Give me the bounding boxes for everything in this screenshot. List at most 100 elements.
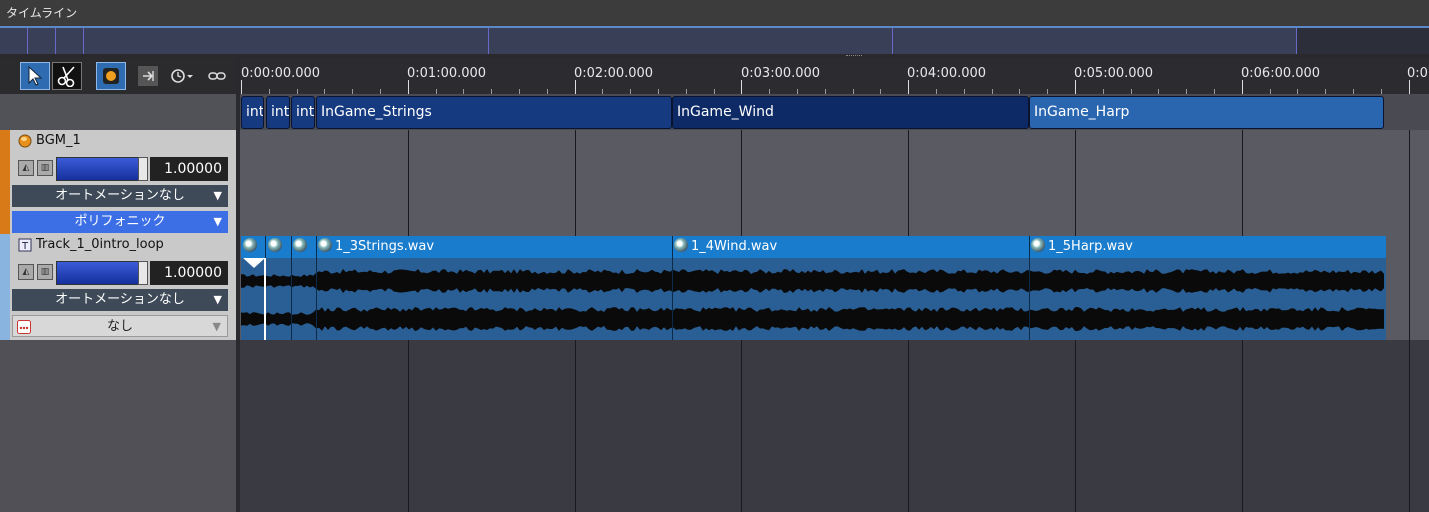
timeline-overview[interactable] [0,26,1429,54]
chevron-down-icon: ▼ [213,189,222,202]
playhead[interactable] [264,258,266,340]
mode-dropdown[interactable]: ポリフォニック ▼ [12,211,228,233]
track-name[interactable]: Track_1_0intro_loop [36,237,164,252]
track-color-accent [0,130,10,234]
link-tool-button[interactable] [202,62,232,90]
audio-clip-icon [1031,238,1045,252]
clip-waveform-area[interactable] [241,258,1386,340]
ruler-major-tick [1075,80,1076,94]
ruler-label: 0:01:00.000 [407,66,487,81]
clip-header[interactable] [291,236,316,258]
chevron-down-icon: ▼ [212,320,221,333]
arrow-right-icon [143,71,154,81]
track-header-spacer [0,94,238,130]
waveform-icon[interactable]: ◭ [18,264,34,280]
automation-label: オートメーションなし [55,292,185,307]
region-intro-3[interactable]: intro [291,96,315,129]
mode-label: なし [106,319,133,334]
ruler-major-tick [241,80,242,94]
volume-slider-knob[interactable] [138,157,148,181]
snap-tool-button[interactable] [138,66,158,86]
ruler-label: 0:06:00.000 [1241,66,1321,81]
chevron-down-icon: ▼ [213,293,222,306]
waveform-icon[interactable]: ◭ [18,160,34,176]
track-header-track1[interactable]: T Track_1_0intro_loop ◭ ▥ 1.00000 オートメーシ… [0,234,236,340]
automation-dropdown[interactable]: オートメーションなし ▼ [12,185,228,207]
clip-name: 1_5Harp.wav [1048,239,1133,254]
volume-slider[interactable] [56,261,148,285]
record-icon [103,68,119,84]
region-intro-1[interactable]: intro [241,96,264,129]
audio-clip-icon [674,238,688,252]
dots-icon [17,320,31,334]
audio-clip-icon [318,238,332,252]
track-name[interactable]: BGM_1 [36,133,81,148]
waveform-left-channel [241,269,1384,293]
clip-boundary [1029,236,1030,340]
ruler-major-tick [1241,80,1243,94]
ruler-major-tick [741,80,743,94]
clip-header[interactable] [241,236,265,258]
volume-value[interactable]: 1.00000 [150,261,228,285]
bgm-icon [18,134,32,148]
volume-value[interactable]: 1.00000 [150,157,228,181]
clip-header[interactable] [266,236,291,258]
overview-region [893,28,1297,54]
overview-region [489,28,893,54]
mode-label: ポリフォニック [74,214,166,229]
meter-icon[interactable]: ▥ [37,160,53,176]
automation-dropdown[interactable]: オートメーションなし ▼ [12,289,228,311]
volume-slider[interactable] [56,157,148,181]
cursor-arrow-icon [28,66,43,86]
region-ingame-strings[interactable]: InGame_Strings [316,96,672,129]
mode-dropdown[interactable]: なし ▼ [12,315,228,337]
clock-icon [171,69,185,83]
clip-name: 1_3Strings.wav [335,239,435,254]
ruler-major-tick [574,80,576,94]
audio-clip-icon [268,238,282,252]
clip-boundary [316,236,317,340]
window-title: タイムライン [0,0,1429,26]
volume-slider-knob[interactable] [138,261,148,285]
ruler-label: 0:03:00.000 [741,66,821,81]
bgm-lane[interactable] [240,130,1429,234]
cut-tool-button[interactable] [52,62,82,90]
record-tool-button[interactable] [96,62,126,90]
region-intro-2[interactable]: intro [266,96,290,129]
ruler-label: 0:05:00.000 [1074,66,1154,81]
playhead-marker-icon[interactable] [243,258,265,268]
overview-region [56,28,84,54]
overview-region [28,28,56,54]
ruler-label: 0:07 [1407,66,1429,81]
track-color-accent [0,234,10,340]
clock-tool-button[interactable] [164,62,200,90]
timeline-window: タイムライン BGM_1 ◭ ▥ 1.00000 オートメーションなし ▼ ポリ… [0,0,1429,512]
ruler-label: 0:04:00.000 [907,66,987,81]
track-header-bgm[interactable]: BGM_1 ◭ ▥ 1.00000 オートメーションなし ▼ ポリフォニック ▼ [0,130,236,234]
region-ingame-wind[interactable]: InGame_Wind [672,96,1029,129]
grid-line [1408,130,1410,512]
audio-clip-icon [293,238,307,252]
chevron-down-icon [187,75,193,78]
region-ingame-harp[interactable]: InGame_Harp [1029,96,1384,129]
meter-icon[interactable]: ▥ [37,264,53,280]
ruler-major-tick [407,80,409,94]
waveform-right-channel [241,307,1384,331]
automation-label: オートメーションなし [55,188,185,203]
clip-header-wind[interactable]: 1_4Wind.wav [672,236,1029,258]
select-tool-button[interactable] [20,62,50,90]
audio-clip-icon [243,238,257,252]
time-ruler[interactable]: 0:00:00.000 0:01:00.000 0:02:00.000 0:03… [240,58,1429,94]
chevron-down-icon: ▼ [213,215,222,228]
ruler-major-tick [1408,80,1410,94]
clip-boundary [672,236,673,340]
track-header-empty [0,340,236,512]
ruler-major-tick [908,80,910,94]
overview-empty [1297,28,1429,54]
clip-header-harp[interactable]: 1_5Harp.wav [1029,236,1386,258]
ruler-label: 0:00:00.000 [241,66,321,81]
clip-header-strings[interactable]: 1_3Strings.wav [316,236,672,258]
overview-region [84,28,489,54]
empty-lane-area[interactable] [240,340,1429,512]
grip-handle-icon[interactable] [846,55,862,57]
